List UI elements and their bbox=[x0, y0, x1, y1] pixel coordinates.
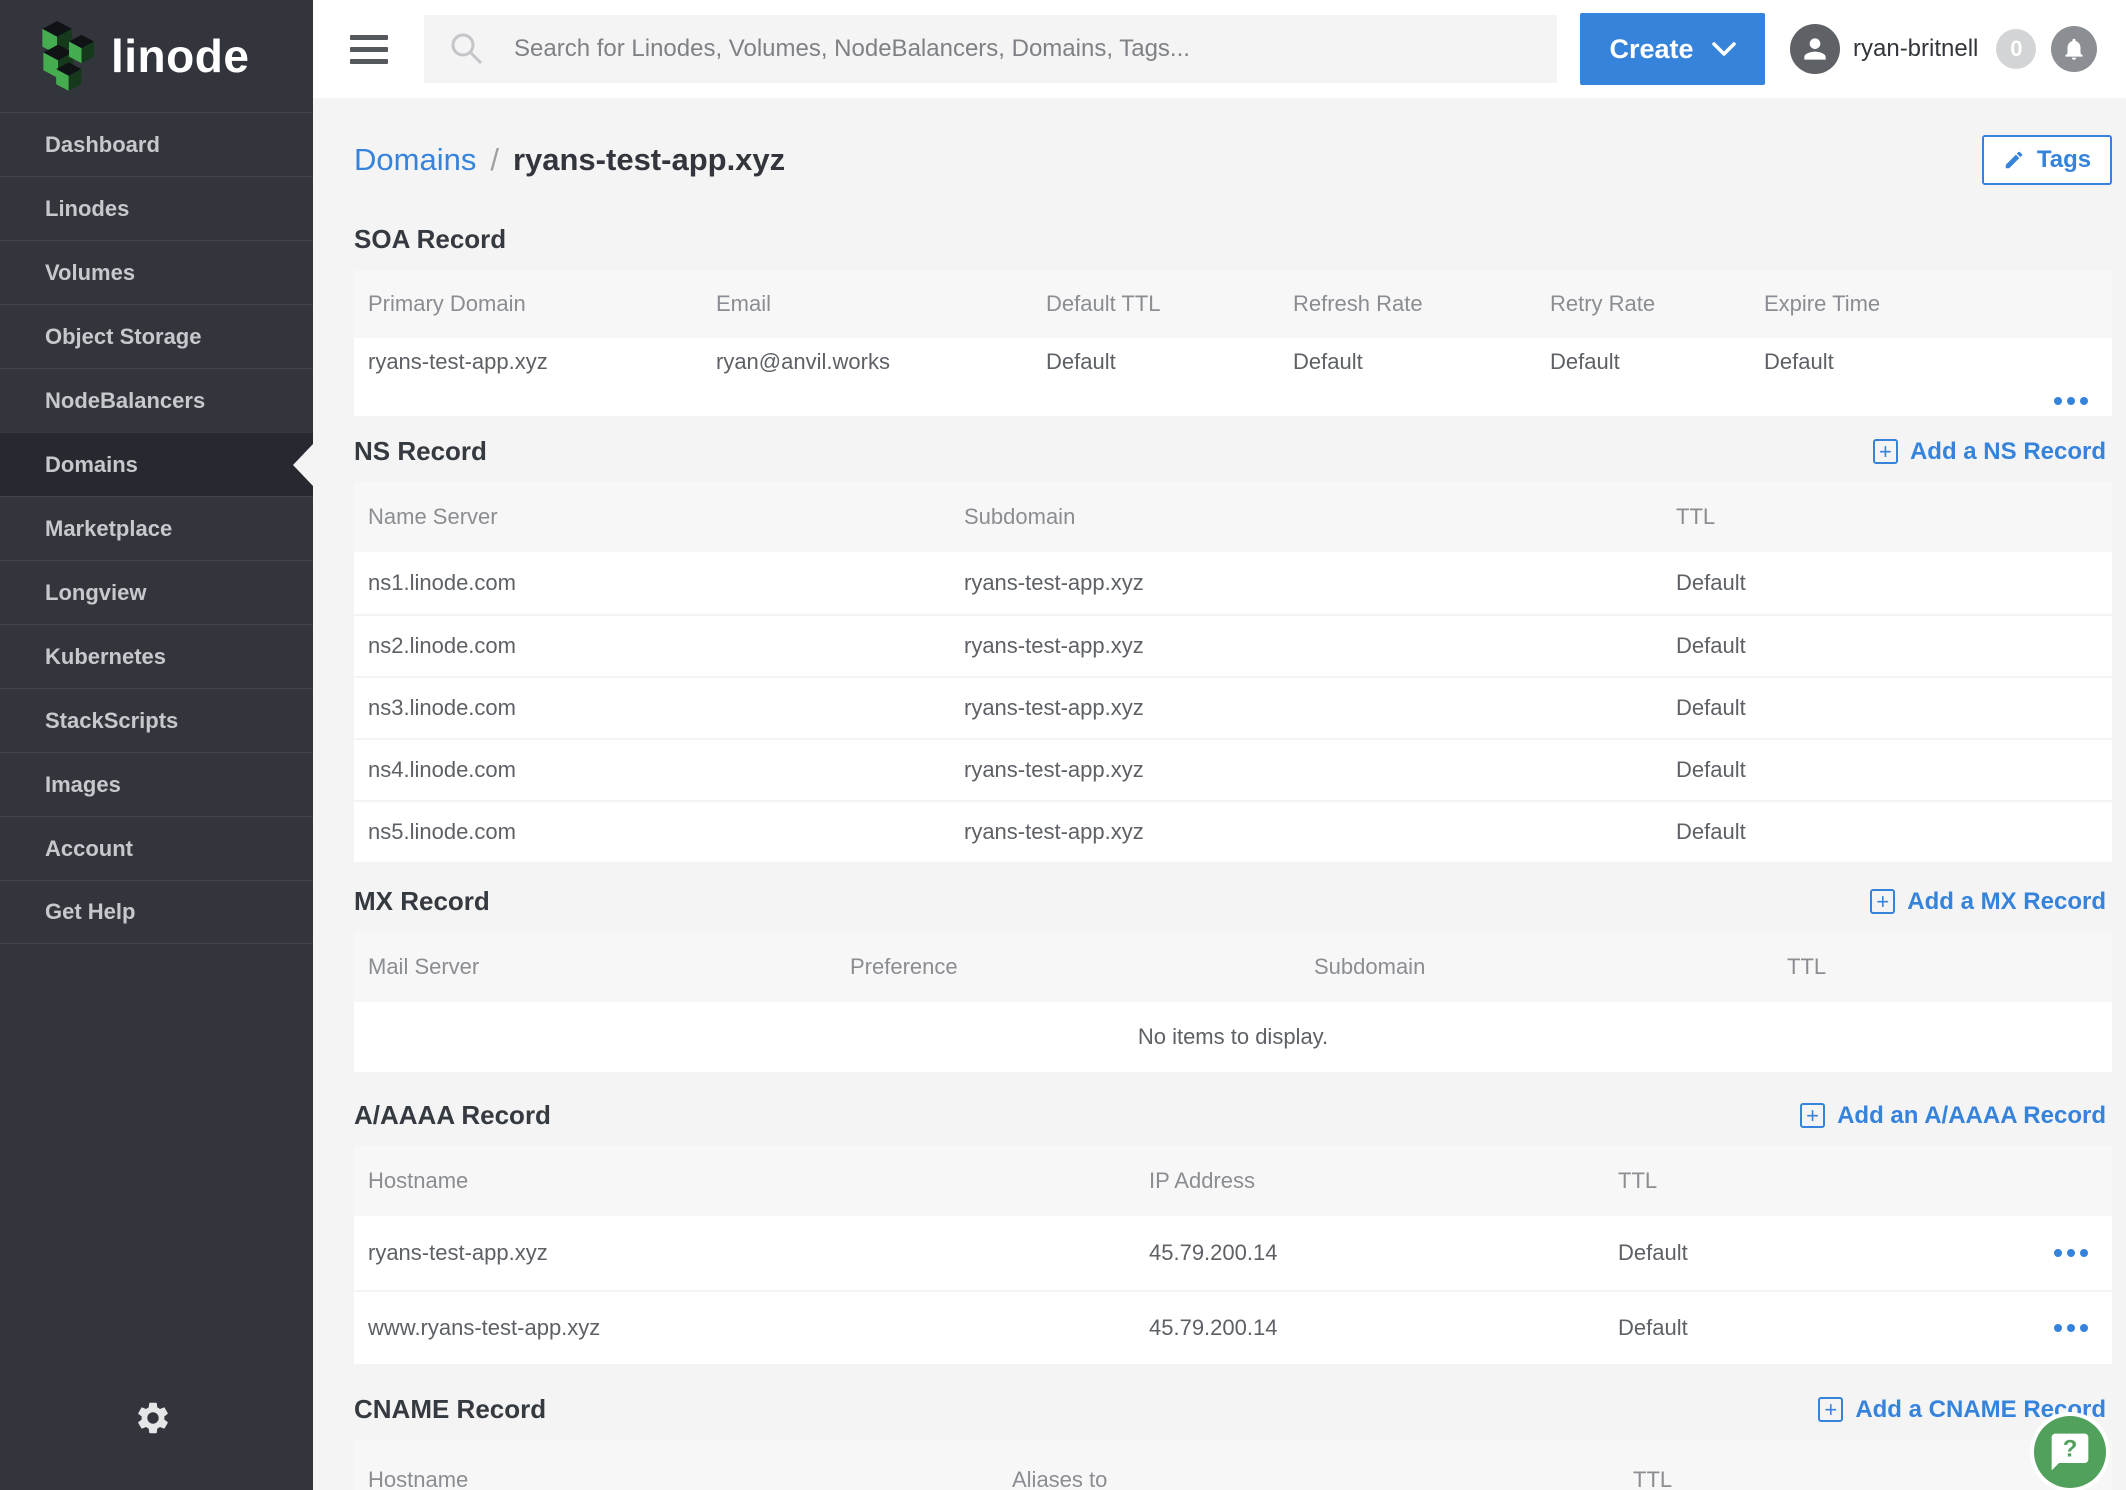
table-row: ryans-test-app.xyz 45.79.200.14 Default bbox=[354, 1216, 2112, 1290]
cname-section-title: CNAME Record bbox=[354, 1394, 546, 1425]
mx-section-title: MX Record bbox=[354, 886, 490, 917]
linode-logo-icon bbox=[42, 21, 95, 91]
sidebar-settings-button[interactable] bbox=[134, 1399, 172, 1440]
create-button[interactable]: Create bbox=[1580, 13, 1765, 85]
mx-empty-message: No items to display. bbox=[354, 1002, 2112, 1072]
pencil-icon bbox=[2003, 149, 2025, 171]
sidebar-item-nodebalancers[interactable]: NodeBalancers bbox=[0, 368, 313, 432]
topbar: Create ryan-britnell 0 bbox=[313, 0, 2126, 98]
add-ns-record-button[interactable]: + Add a NS Record bbox=[1867, 437, 2112, 467]
sidebar-item-linodes[interactable]: Linodes bbox=[0, 176, 313, 240]
cname-table: Hostname Aliases to TTL bbox=[354, 1440, 2112, 1490]
linode-logo[interactable]: linode bbox=[0, 0, 313, 112]
bell-icon bbox=[2061, 36, 2087, 62]
content: Domains / ryans-test-app.xyz Tags SOA Re… bbox=[313, 98, 2126, 1490]
sidebar-item-get-help[interactable]: Get Help bbox=[0, 880, 313, 944]
add-mx-record-button[interactable]: + Add a MX Record bbox=[1864, 887, 2112, 917]
ns-table: Name Server Subdomain TTL ns1.linode.com… bbox=[354, 482, 2112, 862]
plus-icon: + bbox=[1873, 439, 1898, 464]
mx-table: Mail Server Preference Subdomain TTL No … bbox=[354, 932, 2112, 1072]
table-row: ryans-test-app.xyz ryan@anvil.works Defa… bbox=[354, 338, 2112, 416]
plus-icon: + bbox=[1818, 1397, 1843, 1422]
a-aaaa-table: Hostname IP Address TTL ryans-test-app.x… bbox=[354, 1146, 2112, 1364]
sidebar-item-volumes[interactable]: Volumes bbox=[0, 240, 313, 304]
sidebar-item-longview[interactable]: Longview bbox=[0, 560, 313, 624]
chevron-down-icon bbox=[1712, 42, 1736, 57]
tags-button[interactable]: Tags bbox=[1982, 135, 2112, 185]
main-area: Create ryan-britnell 0 bbox=[313, 0, 2126, 1490]
table-row: ns3.linode.com ryans-test-app.xyz Defaul… bbox=[354, 676, 2112, 738]
plus-icon: + bbox=[1800, 1103, 1825, 1128]
add-a-aaaa-record-button[interactable]: + Add an A/AAAA Record bbox=[1794, 1101, 2112, 1131]
soa-table-header: Primary Domain Email Default TTL Refresh… bbox=[354, 270, 2112, 338]
gear-icon bbox=[134, 1399, 172, 1437]
a-aaaa-section-title: A/AAAA Record bbox=[354, 1100, 551, 1131]
action-menu-button[interactable] bbox=[2032, 1216, 2112, 1290]
table-row: ns5.linode.com ryans-test-app.xyz Defaul… bbox=[354, 800, 2112, 862]
sidebar-item-account[interactable]: Account bbox=[0, 816, 313, 880]
sidebar-item-kubernetes[interactable]: Kubernetes bbox=[0, 624, 313, 688]
sidebar-nav: Dashboard Linodes Volumes Object Storage… bbox=[0, 112, 313, 944]
person-icon bbox=[1799, 33, 1831, 65]
page-title: ryans-test-app.xyz bbox=[513, 142, 785, 178]
breadcrumb-domains-link[interactable]: Domains bbox=[354, 142, 476, 178]
sidebar-item-images[interactable]: Images bbox=[0, 752, 313, 816]
action-menu-button[interactable] bbox=[2032, 1292, 2112, 1364]
svg-text:?: ? bbox=[2063, 1436, 2078, 1463]
soa-section-title: SOA Record bbox=[354, 224, 506, 255]
mx-record-section: MX Record + Add a MX Record Mail Server … bbox=[354, 886, 2112, 1072]
sidebar: linode Dashboard Linodes Volumes Object … bbox=[0, 0, 313, 1490]
a-aaaa-table-header: Hostname IP Address TTL bbox=[354, 1146, 2112, 1216]
cname-table-header: Hostname Aliases to TTL bbox=[354, 1440, 2112, 1490]
sidebar-item-marketplace[interactable]: Marketplace bbox=[0, 496, 313, 560]
avatar bbox=[1790, 24, 1840, 74]
breadcrumb-separator: / bbox=[490, 142, 499, 178]
search-bar[interactable] bbox=[424, 15, 1557, 83]
plus-icon: + bbox=[1870, 889, 1895, 914]
table-row: ns4.linode.com ryans-test-app.xyz Defaul… bbox=[354, 738, 2112, 800]
soa-record-section: SOA Record Primary Domain Email Default … bbox=[354, 224, 2112, 416]
sidebar-item-dashboard[interactable]: Dashboard bbox=[0, 112, 313, 176]
hamburger-icon bbox=[350, 35, 388, 40]
help-button[interactable]: ? bbox=[2034, 1416, 2106, 1488]
action-menu-button[interactable] bbox=[2032, 385, 2112, 416]
ns-record-section: NS Record + Add a NS Record Name Server … bbox=[354, 436, 2112, 862]
ns-section-title: NS Record bbox=[354, 436, 487, 467]
user-menu[interactable]: ryan-britnell bbox=[1790, 24, 1978, 74]
a-aaaa-record-section: A/AAAA Record + Add an A/AAAA Record Hos… bbox=[354, 1100, 2112, 1364]
page-head: Domains / ryans-test-app.xyz Tags bbox=[354, 134, 2112, 186]
sidebar-item-domains[interactable]: Domains bbox=[0, 432, 313, 496]
ns-table-header: Name Server Subdomain TTL bbox=[354, 482, 2112, 552]
cname-record-section: CNAME Record + Add a CNAME Record Hostna… bbox=[354, 1394, 2112, 1490]
active-item-notch bbox=[293, 444, 313, 486]
sidebar-item-object-storage[interactable]: Object Storage bbox=[0, 304, 313, 368]
search-icon bbox=[449, 31, 485, 67]
app-root: linode Dashboard Linodes Volumes Object … bbox=[0, 0, 2126, 1490]
logo-text: linode bbox=[111, 29, 249, 83]
username: ryan-britnell bbox=[1853, 35, 1978, 63]
hamburger-menu-button[interactable] bbox=[350, 35, 388, 64]
sidebar-item-stackscripts[interactable]: StackScripts bbox=[0, 688, 313, 752]
mx-table-header: Mail Server Preference Subdomain TTL bbox=[354, 932, 2112, 1002]
help-icon: ? bbox=[2048, 1430, 2092, 1474]
table-row: www.ryans-test-app.xyz 45.79.200.14 Defa… bbox=[354, 1290, 2112, 1364]
table-row: ns2.linode.com ryans-test-app.xyz Defaul… bbox=[354, 614, 2112, 676]
table-row: ns1.linode.com ryans-test-app.xyz Defaul… bbox=[354, 552, 2112, 614]
notifications-button[interactable] bbox=[2051, 26, 2097, 72]
search-input[interactable] bbox=[512, 34, 1537, 64]
soa-table: Primary Domain Email Default TTL Refresh… bbox=[354, 270, 2112, 416]
breadcrumb: Domains / ryans-test-app.xyz bbox=[354, 142, 785, 178]
notification-badge: 0 bbox=[1996, 29, 2036, 69]
